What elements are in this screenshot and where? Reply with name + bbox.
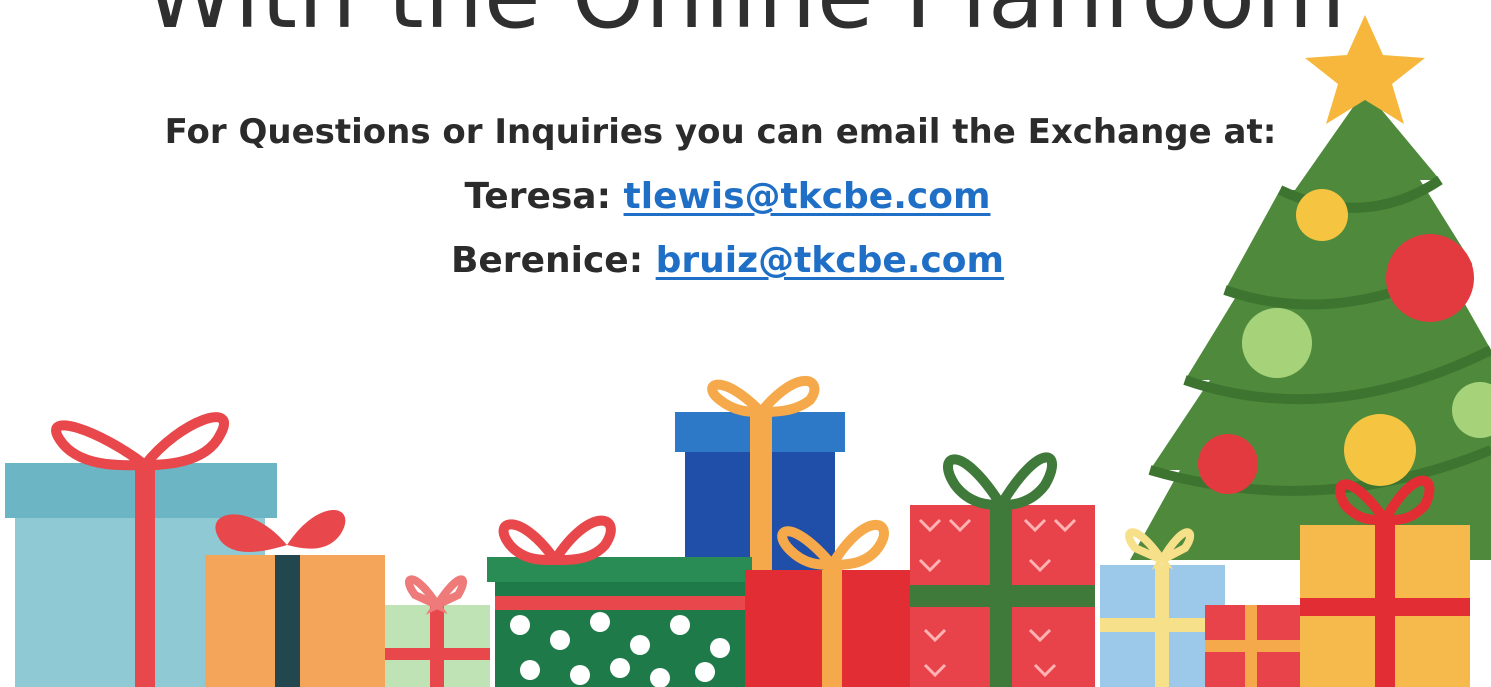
contact-name: Teresa: (464, 176, 611, 217)
questions-line: For Questions or Inquiries you can email… (164, 112, 1277, 152)
page-title: With the Online Planroom (0, 0, 1491, 49)
contact-teresa: Teresa: tlewis@tkcbe.com (0, 176, 1473, 217)
email-link-teresa[interactable]: tlewis@tkcbe.com (624, 176, 991, 217)
email-link-berenice[interactable]: bruiz@tkcbe.com (656, 240, 1004, 281)
contact-name: Berenice: (450, 240, 644, 281)
contact-berenice: Berenice: bruiz@tkcbe.com (0, 240, 1473, 281)
text-layer: With the Online Planroom For Questions o… (0, 0, 1491, 687)
